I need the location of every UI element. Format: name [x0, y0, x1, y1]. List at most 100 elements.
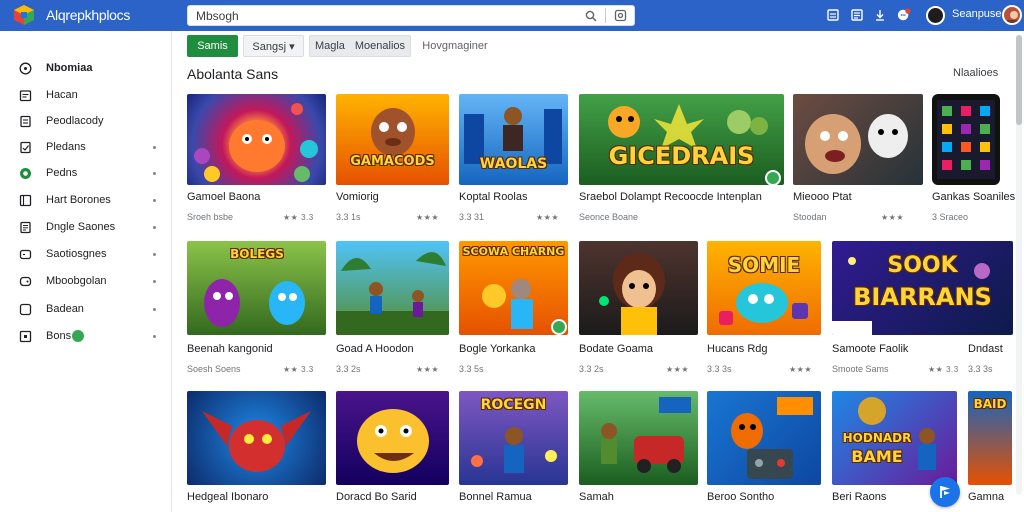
apps-icon[interactable]: [826, 8, 840, 22]
sidebar-item-dngle-saones[interactable]: Dngle Saones: [0, 215, 172, 239]
camera-search-icon[interactable]: [614, 9, 627, 22]
card-title[interactable]: Bogle Yorkanka: [459, 343, 535, 355]
sidebar-item-bons[interactable]: Bons: [0, 324, 172, 348]
sort-dropdown[interactable]: Sangsj ▾: [243, 35, 304, 57]
game-thumbnail[interactable]: BOLEGS: [187, 241, 326, 335]
game-art-icon: [601, 397, 691, 473]
game-thumbnail[interactable]: GAMACODS: [336, 94, 449, 185]
sidebar-item-peodlacody[interactable]: Peodlacody: [0, 109, 172, 133]
download-icon[interactable]: [873, 8, 887, 22]
app-logo-icon[interactable]: [13, 4, 35, 26]
card-subtitle: Seonce Boane: [579, 212, 639, 222]
card-title[interactable]: Dndast: [968, 343, 1003, 355]
sidebar-item-pedns[interactable]: Pedns: [0, 161, 172, 185]
card-title[interactable]: Samoote Faolik: [832, 343, 908, 355]
card-subtitle: 3.3 2s: [336, 364, 361, 374]
game-thumbnail[interactable]: [336, 391, 449, 485]
sidebar-item-hart-borones[interactable]: Hart Borones: [0, 188, 172, 212]
game-thumbnail[interactable]: [579, 241, 698, 335]
sidebar-item-mboobgolan[interactable]: Mboobgolan: [0, 269, 172, 293]
card-title[interactable]: Samah: [579, 491, 614, 503]
chevron-dot-icon: [153, 252, 156, 256]
game-thumbnail[interactable]: [793, 94, 923, 185]
flag-icon: [940, 486, 950, 498]
game-art-title: SOOK: [887, 253, 958, 278]
game-thumbnail[interactable]: [579, 391, 698, 485]
game-thumbnail[interactable]: SOMIE: [707, 241, 821, 335]
list-icon[interactable]: [850, 8, 864, 22]
profile-avatar[interactable]: [1002, 5, 1022, 25]
card-subtitle: 3.3 3s: [968, 364, 993, 374]
feedback-button[interactable]: [930, 477, 960, 507]
game-art-subtitle: BAME: [851, 447, 903, 466]
game-thumbnail[interactable]: [707, 391, 821, 485]
card-title[interactable]: Gamoel Baona: [187, 191, 260, 203]
filter-chip-group[interactable]: Magla Moenalios: [309, 35, 411, 57]
card-title[interactable]: Koptal Roolas: [459, 191, 528, 203]
card-rating: ★★ 3.3: [283, 365, 314, 374]
card-title[interactable]: Gankas Soaniles: [932, 191, 1015, 203]
chevron-dot-icon: [153, 307, 156, 311]
game-art-icon: [608, 104, 768, 149]
search-bar[interactable]: [187, 5, 635, 26]
filter-chip-magla[interactable]: Magla: [315, 40, 345, 52]
avatar[interactable]: [926, 6, 945, 25]
see-more-link[interactable]: Nlaalioes: [953, 67, 998, 79]
app-title: Alqrepkhplocs: [46, 7, 131, 23]
card-title[interactable]: Doracd Bo Sarid: [336, 491, 417, 503]
card-rating: ★★★: [416, 365, 440, 374]
bookmark-icon: [20, 141, 31, 153]
game-thumbnail[interactable]: GICEDRAIS: [579, 94, 784, 185]
filter-chip-moenalios[interactable]: Moenalios: [355, 40, 405, 52]
scrollbar-thumb[interactable]: [1016, 35, 1022, 125]
card-title[interactable]: Bodate Goama: [579, 343, 653, 355]
card-title[interactable]: Vomiorig: [336, 191, 379, 203]
card-title[interactable]: Beri Raons: [832, 491, 886, 503]
sidebar-item-label: Peodlacody: [46, 115, 104, 127]
game-thumbnail[interactable]: BAID: [968, 391, 1012, 485]
game-thumbnail[interactable]: [932, 94, 1000, 185]
game-thumbnail[interactable]: [187, 391, 326, 485]
sidebar-item-saotiosgnes[interactable]: Saotiosgnes: [0, 242, 172, 266]
card-title[interactable]: Mieooo Ptat: [793, 191, 852, 203]
search-icon[interactable]: [585, 10, 597, 22]
card-title[interactable]: Goad A Hoodon: [336, 343, 414, 355]
card-title[interactable]: Bonnel Ramua: [459, 491, 532, 503]
card-subtitle: Sroeh bsbe: [187, 212, 234, 222]
chat-notification-icon[interactable]: [897, 8, 911, 22]
game-art-icon: [194, 103, 318, 182]
game-thumbnail[interactable]: [187, 94, 326, 185]
game-art-title: SOMIE: [727, 253, 801, 277]
card-subtitle: 3 Sraceo: [932, 212, 969, 222]
sidebar-item-pledans[interactable]: Pledans: [0, 135, 172, 159]
game-thumbnail[interactable]: WAOLAS: [459, 94, 568, 185]
filter-chip-primary[interactable]: Samis: [187, 35, 238, 57]
filter-text-link[interactable]: Hovgmaginer: [420, 35, 490, 57]
game-thumbnail[interactable]: HODNADR BAME: [832, 391, 957, 485]
game-thumbnail[interactable]: SCOWA CHARNG: [459, 241, 568, 335]
game-art-title: BAID: [973, 397, 1007, 411]
username[interactable]: Seanpuse: [952, 8, 1002, 20]
card-rating: ★★★: [536, 213, 560, 222]
card-title[interactable]: Sraebol Dolampt Recoocde Intenplan: [579, 191, 762, 203]
sidebar-item-nbomiaa[interactable]: Nbomiaa: [0, 56, 172, 80]
sidebar-item-badean[interactable]: Badean: [0, 297, 172, 321]
search-input[interactable]: [196, 8, 576, 24]
game-thumbnail[interactable]: [336, 241, 449, 335]
game-art-icon: [599, 253, 665, 335]
card-title[interactable]: Beroo Sontho: [707, 491, 774, 503]
card-title[interactable]: Hedgeal Ibonaro: [187, 491, 268, 503]
game-thumbnail[interactable]: ROCEGN: [459, 391, 568, 485]
sidebar-item-label: Hart Borones: [46, 194, 111, 206]
card-title[interactable]: Beenah kangonid: [187, 343, 273, 355]
game-thumbnail[interactable]: SOOK BIARRANS: [832, 241, 1013, 335]
sidebar-item-label: Mboobgolan: [46, 275, 107, 287]
game-art-icon: [371, 108, 415, 156]
sidebar-item-label: Saotiosgnes: [46, 248, 107, 260]
card-title[interactable]: Gamna: [968, 491, 1004, 503]
section-title: Abolanta Sans: [187, 66, 279, 82]
sidebar-item-hacan[interactable]: Hacan: [0, 83, 172, 107]
game-art-subtitle: BIARRANS: [853, 283, 992, 311]
sidebar-item-label: Hacan: [46, 89, 78, 101]
card-title[interactable]: Hucans Rdg: [707, 343, 768, 355]
